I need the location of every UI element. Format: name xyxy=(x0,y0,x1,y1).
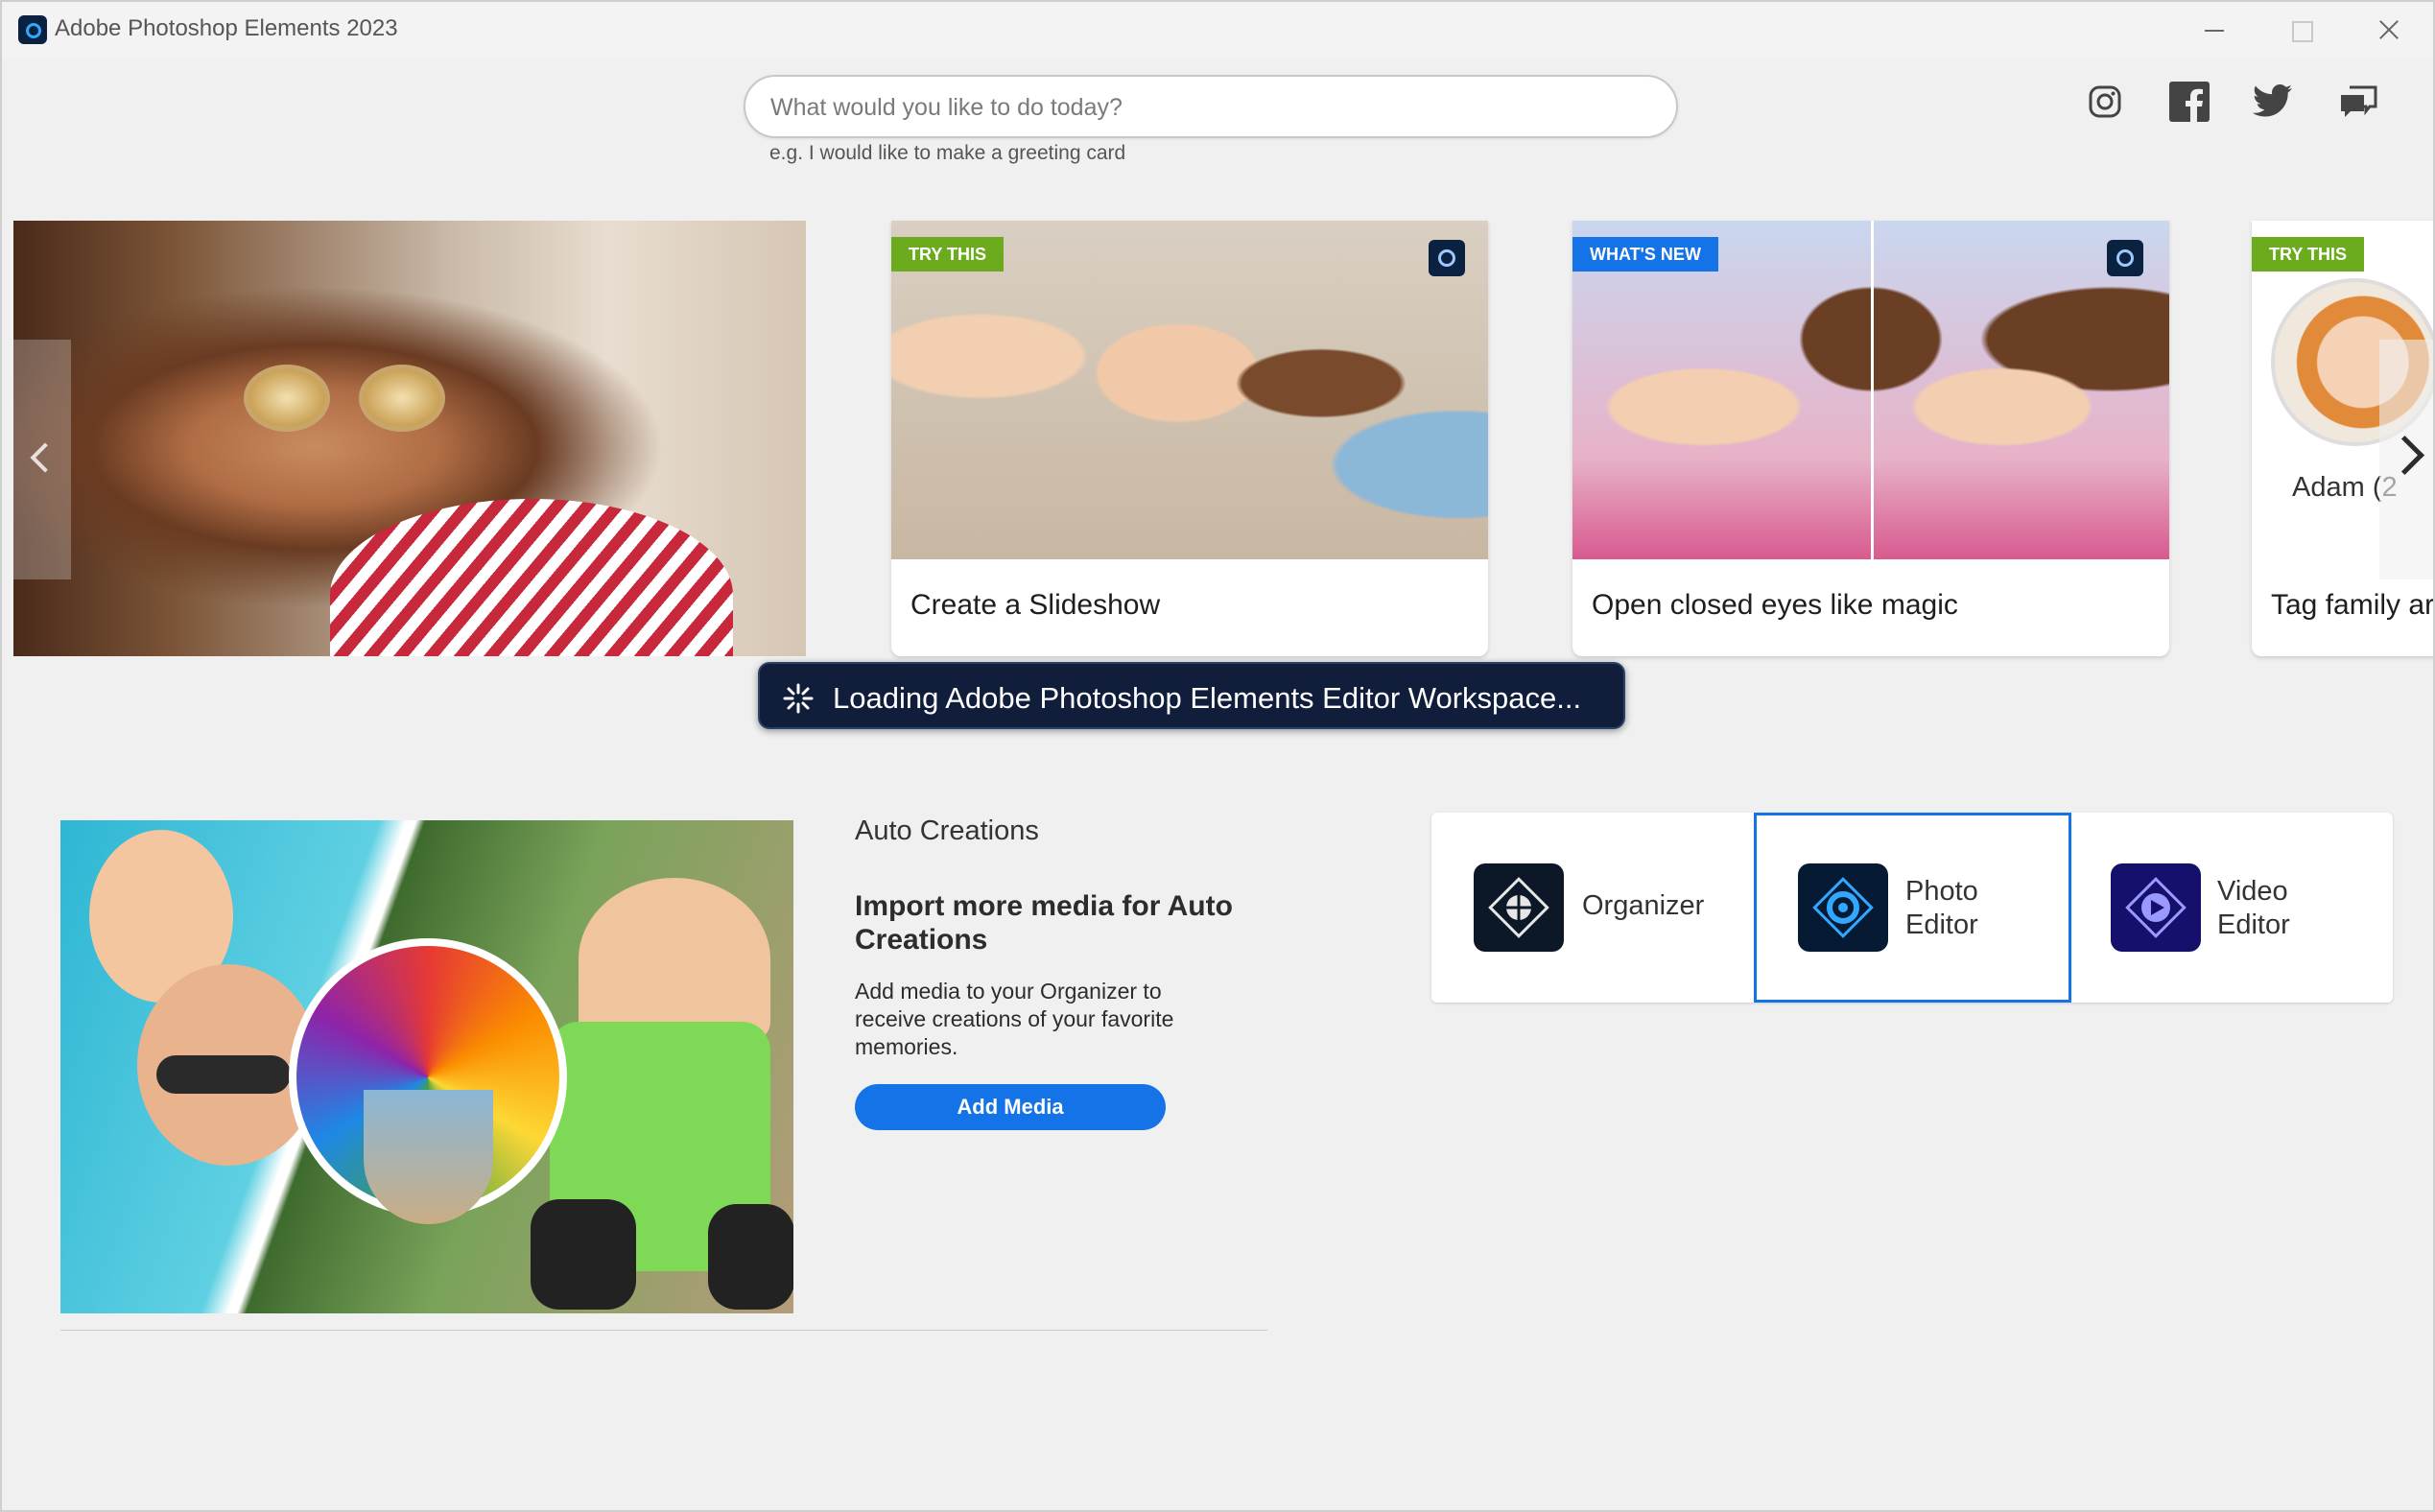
card-label: Open closed eyes like magic xyxy=(1592,589,1958,621)
auto-creations-heading: Auto Creations xyxy=(855,815,1039,846)
video-editor-button[interactable]: Video Editor xyxy=(2071,813,2393,1003)
auto-creations-description: Add media to your Organizer to receive c… xyxy=(855,979,1174,1059)
photo-editor-label: Photo Editor xyxy=(1905,876,1978,940)
spinner-icon xyxy=(783,683,814,714)
close-button[interactable] xyxy=(2345,2,2431,58)
app-launcher: Organizer Photo Editor Video Editor xyxy=(1431,813,2393,1003)
search-box[interactable] xyxy=(744,75,1678,138)
title-bar: Adobe Photoshop Elements 2023 xyxy=(2,2,2433,58)
twitter-icon[interactable] xyxy=(2252,81,2294,123)
loading-text: Loading Adobe Photoshop Elements Editor … xyxy=(833,681,1582,715)
photo-editor-icon xyxy=(1798,863,1888,952)
search-input[interactable] xyxy=(770,90,1634,125)
app-logo-icon xyxy=(18,15,47,44)
organizer-icon xyxy=(1474,863,1564,952)
card-label: Tag family ar xyxy=(2271,589,2435,621)
try-this-badge: TRY THIS xyxy=(891,237,1005,272)
facebook-icon[interactable] xyxy=(2168,81,2210,123)
carousel-card-slideshow[interactable]: TRY THIS Create a Slideshow xyxy=(891,221,1488,656)
photo-editor-button[interactable]: Photo Editor xyxy=(1754,813,2071,1003)
window-title: Adobe Photoshop Elements 2023 xyxy=(55,15,398,41)
editor-app-icon xyxy=(1429,240,1465,276)
carousel-next-button[interactable] xyxy=(2379,340,2433,579)
add-media-button[interactable]: Add Media xyxy=(855,1084,1166,1130)
try-this-badge: TRY THIS xyxy=(2252,237,2365,272)
feedback-icon[interactable] xyxy=(2337,81,2379,123)
auto-creations-title: Import more media for Auto Creations xyxy=(855,890,1233,956)
minimize-button[interactable] xyxy=(2170,2,2257,58)
loading-toast: Loading Adobe Photoshop Elements Editor … xyxy=(758,662,1625,729)
search-hint: e.g. I would like to make a greeting car… xyxy=(769,142,1126,164)
video-editor-icon xyxy=(2111,863,2201,952)
whats-new-badge: WHAT'S NEW xyxy=(1572,237,1718,272)
organizer-button[interactable]: Organizer xyxy=(1431,813,1754,1003)
section-divider xyxy=(60,1330,1267,1331)
maximize-button[interactable] xyxy=(2257,2,2343,58)
hero-image[interactable] xyxy=(13,221,806,656)
organizer-label: Organizer xyxy=(1582,890,1705,921)
auto-creations-image xyxy=(60,820,793,1313)
editor-app-icon xyxy=(2107,240,2143,276)
carousel-card-open-eyes[interactable]: WHAT'S NEW Open closed eyes like magic xyxy=(1572,221,2169,656)
card-label: Create a Slideshow xyxy=(910,589,1161,621)
hero-glasses xyxy=(244,365,455,432)
app-window: Adobe Photoshop Elements 2023 e.g. I wou… xyxy=(0,0,2435,1512)
video-editor-label: Video Editor xyxy=(2217,876,2290,940)
carousel-prev-button[interactable] xyxy=(13,340,71,579)
hero-shirt xyxy=(330,499,733,656)
instagram-icon[interactable] xyxy=(2084,81,2126,123)
